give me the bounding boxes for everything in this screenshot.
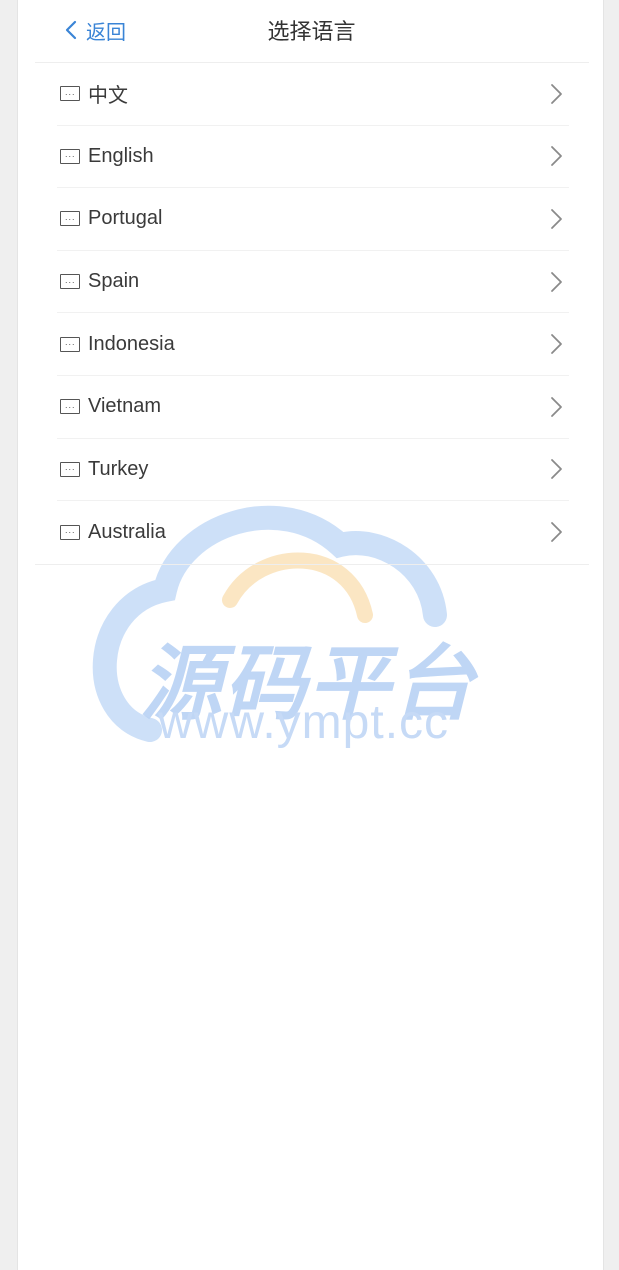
watermark-url: www.ympt.cc	[158, 696, 450, 749]
flag-icon: ···	[60, 274, 80, 290]
chevron-right-icon	[551, 396, 562, 417]
language-item-au[interactable]: ··· Australia	[57, 501, 569, 564]
language-label: Australia	[88, 520, 166, 543]
chevron-right-icon	[551, 522, 562, 543]
language-page: 返回 选择语言 源码平台 www.ympt.cc ··· 中文 ··· Engl…	[17, 0, 604, 1270]
language-label: 中文	[88, 85, 128, 108]
flag-icon: ···	[60, 399, 80, 415]
language-item-vi[interactable]: ··· Vietnam	[57, 376, 569, 439]
flag-icon: ···	[60, 336, 80, 352]
flag-icon: ···	[60, 461, 80, 477]
chevron-right-icon	[551, 83, 562, 104]
language-label: English	[88, 144, 154, 167]
language-item-en[interactable]: ··· English	[57, 126, 569, 189]
language-item-zh[interactable]: ··· 中文	[57, 63, 569, 126]
language-item-tr[interactable]: ··· Turkey	[57, 439, 569, 502]
language-label: Turkey	[88, 457, 149, 480]
language-item-id[interactable]: ··· Indonesia	[57, 313, 569, 376]
flag-icon: ···	[60, 148, 80, 164]
language-item-es[interactable]: ··· Spain	[57, 251, 569, 314]
list-bottom-divider	[35, 564, 589, 565]
language-item-pt[interactable]: ··· Portugal	[57, 188, 569, 251]
chevron-right-icon	[551, 209, 562, 229]
header-bar: 返回 选择语言	[18, 0, 605, 62]
language-label: Vietnam	[88, 395, 162, 418]
language-label: Spain	[88, 270, 140, 293]
language-list: ··· 中文 ··· English ··· Portugal ··· Spai…	[57, 63, 569, 564]
watermark-title: 源码平台	[140, 639, 476, 730]
chevron-right-icon	[551, 334, 562, 355]
flag-icon: ···	[60, 524, 80, 540]
page-title: 选择语言	[267, 19, 356, 44]
chevron-right-icon	[551, 146, 562, 167]
chevron-right-icon	[551, 271, 562, 292]
chevron-right-icon	[551, 459, 562, 480]
language-label: Indonesia	[88, 332, 175, 355]
flag-icon: ···	[60, 86, 80, 102]
flag-icon: ···	[60, 211, 80, 227]
language-label: Portugal	[88, 207, 163, 230]
